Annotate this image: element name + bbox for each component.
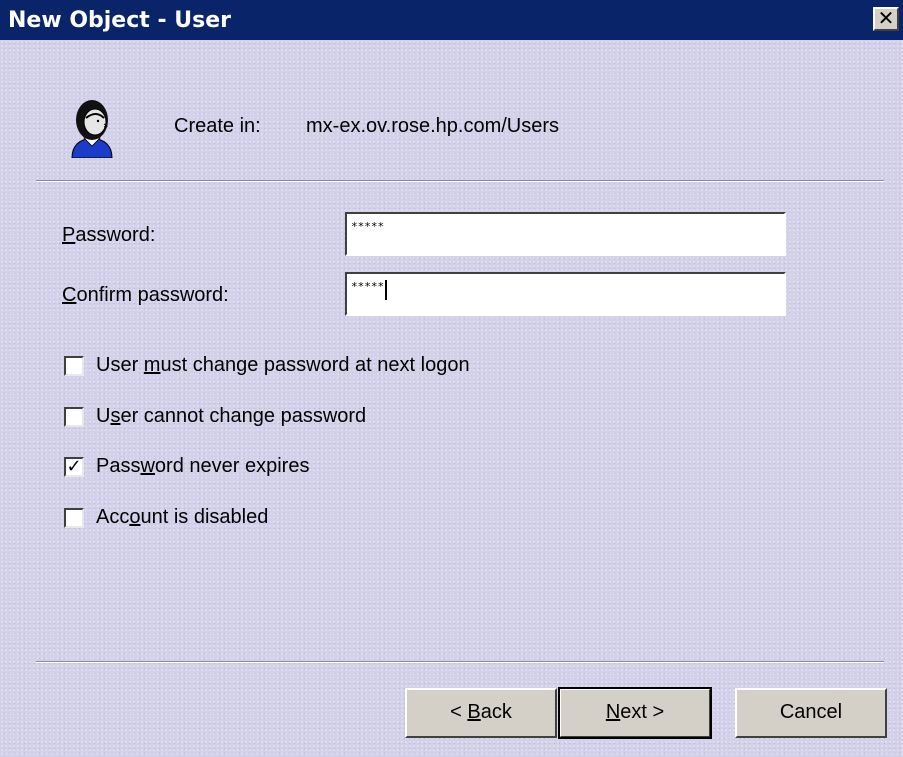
- password-value: *****: [351, 220, 385, 233]
- confirm-password-value: *****: [351, 280, 385, 293]
- next-button[interactable]: Next >: [558, 687, 712, 739]
- checkmark-icon: ✓: [66, 456, 82, 477]
- must-change-label-post: ust change password at next logon: [160, 354, 470, 376]
- cannot-change-label-pre: U: [96, 405, 111, 427]
- text-caret: [385, 280, 388, 300]
- must-change-label-accel: m: [143, 354, 161, 376]
- cancel-button[interactable]: Cancel: [735, 688, 887, 738]
- never-expires-label-pre: Pass: [96, 455, 141, 477]
- cannot-change-label-accel: s: [110, 405, 121, 427]
- title-bar[interactable]: New Object - User ✕: [0, 0, 903, 40]
- create-in-path: mx-ex.ov.rose.hp.com/Users: [306, 115, 560, 137]
- never-expires-label-accel: w: [140, 455, 155, 477]
- confirm-password-label-rest: onfirm password:: [76, 284, 229, 306]
- next-button-accel: N: [605, 701, 621, 723]
- footer-separator: [36, 661, 884, 663]
- cannot-change-label-post: er cannot change password: [120, 405, 367, 427]
- new-object-user-dialog: New Object - User ✕ Create in: mx-ex.ov.…: [0, 0, 903, 757]
- back-button-rest: ack: [480, 701, 512, 723]
- disabled-label-accel: o: [129, 506, 141, 528]
- cancel-button-label: Cancel: [779, 701, 843, 723]
- cannot-change-password-checkbox[interactable]: [64, 407, 84, 427]
- header-separator: [36, 180, 884, 182]
- back-button-accel: B: [467, 701, 481, 723]
- close-button[interactable]: ✕: [873, 7, 899, 31]
- password-label-accel: P: [62, 224, 76, 246]
- must-change-label-pre: User: [96, 354, 144, 376]
- must-change-password-label[interactable]: User must change password at next logon: [96, 354, 470, 377]
- confirm-password-input[interactable]: *****: [345, 272, 786, 316]
- next-button-rest: ext >: [620, 701, 665, 723]
- back-button-prefix: <: [450, 701, 468, 723]
- disabled-label-post: unt is disabled: [140, 506, 269, 528]
- create-in-label: Create in:: [174, 115, 261, 137]
- password-label-rest: assword:: [75, 224, 156, 246]
- password-never-expires-checkbox[interactable]: ✓: [64, 457, 84, 477]
- account-disabled-checkbox[interactable]: [64, 508, 84, 528]
- password-label: Password:: [62, 224, 155, 247]
- must-change-password-checkbox[interactable]: [64, 356, 84, 376]
- confirm-password-label: Confirm password:: [62, 284, 229, 307]
- close-icon: ✕: [877, 6, 895, 30]
- confirm-password-label-accel: C: [62, 284, 77, 306]
- user-avatar-icon: [71, 100, 113, 158]
- never-expires-label-post: ord never expires: [154, 455, 310, 477]
- disabled-label-pre: Acc: [96, 506, 130, 528]
- password-input[interactable]: *****: [345, 212, 786, 256]
- back-button[interactable]: < Back: [405, 688, 557, 738]
- password-never-expires-label[interactable]: Password never expires: [96, 455, 309, 478]
- window-title: New Object - User: [8, 8, 231, 33]
- account-disabled-label[interactable]: Account is disabled: [96, 506, 268, 529]
- cannot-change-password-label[interactable]: User cannot change password: [96, 405, 366, 428]
